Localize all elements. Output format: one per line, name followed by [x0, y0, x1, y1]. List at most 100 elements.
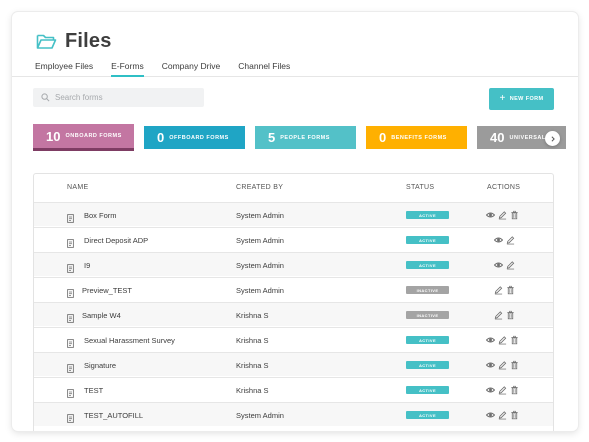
form-name-link[interactable]: TEST_AUTOFILL — [84, 411, 143, 420]
pencil-icon[interactable] — [498, 360, 507, 370]
search-box — [33, 88, 204, 107]
trash-icon[interactable] — [510, 335, 519, 345]
form-name-link[interactable]: I9 — [84, 261, 90, 270]
document-icon — [67, 285, 74, 298]
document-icon — [67, 335, 74, 348]
scroll-right-button[interactable] — [545, 131, 560, 146]
column-header-status[interactable]: STATUS — [406, 184, 434, 191]
trash-icon[interactable] — [510, 410, 519, 420]
table-row[interactable]: I9 System Admin ACTIVE — [34, 252, 553, 276]
status-badge: ACTIVE — [406, 386, 449, 394]
stat-label: PEOPLE FORMS — [280, 134, 330, 141]
table-row[interactable]: Sample W4 Krishna S INACTIVE — [34, 302, 553, 326]
stat-card-offboard[interactable]: 0 OFFBOARD FORMS — [144, 126, 245, 149]
trash-icon[interactable] — [510, 210, 519, 220]
chevron-right-icon — [551, 135, 555, 142]
page-header: Files — [36, 30, 112, 53]
pencil-icon[interactable] — [506, 235, 515, 245]
form-name-link[interactable]: Signature — [84, 361, 116, 370]
status-badge: INACTIVE — [406, 286, 449, 294]
created-by-cell: System Admin — [236, 211, 284, 220]
tab-employee-files[interactable]: Employee Files — [35, 62, 93, 77]
status-badge: ACTIVE — [406, 261, 449, 269]
stat-count: 40 — [490, 130, 505, 145]
created-by-cell: Krishna S — [236, 311, 269, 320]
pencil-icon[interactable] — [506, 260, 515, 270]
document-icon — [67, 410, 74, 423]
eye-icon[interactable] — [486, 360, 495, 370]
tab-bar: Employee Files E-Forms Company Drive Cha… — [12, 62, 578, 77]
stat-card-benefits[interactable]: 0 BENEFITS FORMS — [366, 126, 467, 149]
pencil-icon[interactable] — [494, 310, 503, 320]
open-folder-icon — [36, 33, 57, 50]
created-by-cell: Krishna S — [236, 361, 269, 370]
created-by-cell: System Admin — [236, 261, 284, 270]
created-by-cell: Krishna S — [236, 336, 269, 345]
form-category-cards: 10 ONBOARD FORMS 0 OFFBOARD FORMS 5 PEOP… — [33, 124, 566, 151]
stat-label: OFFBOARD FORMS — [169, 134, 229, 141]
stat-card-onboard[interactable]: 10 ONBOARD FORMS — [33, 124, 134, 151]
form-name-link[interactable]: TEST — [84, 386, 103, 395]
document-icon — [67, 385, 74, 398]
table-row[interactable]: Signature Krishna S ACTIVE — [34, 352, 553, 376]
form-name-link[interactable]: Preview_TEST — [82, 286, 132, 295]
status-badge: ACTIVE — [406, 236, 449, 244]
form-name-link[interactable]: Box Form — [84, 211, 117, 220]
forms-table: NAME CREATED BY STATUS ACTIONS Box Form S… — [33, 173, 554, 431]
created-by-cell: Krishna S — [236, 386, 269, 395]
pencil-icon[interactable] — [498, 210, 507, 220]
stat-count: 5 — [268, 130, 276, 145]
form-name-link[interactable]: Sexual Harassment Survey — [84, 336, 175, 345]
stat-count: 0 — [379, 130, 387, 145]
status-badge: ACTIVE — [406, 336, 449, 344]
pencil-icon[interactable] — [498, 410, 507, 420]
created-by-cell: System Admin — [236, 411, 284, 420]
table-row[interactable]: Sexual Harassment Survey Krishna S ACTIVE — [34, 327, 553, 351]
search-input[interactable] — [55, 93, 195, 102]
pencil-icon[interactable] — [498, 335, 507, 345]
trash-icon[interactable] — [510, 385, 519, 395]
pencil-icon[interactable] — [494, 285, 503, 295]
tab-channel-files[interactable]: Channel Files — [238, 62, 290, 77]
table-row[interactable]: TEST Krishna S ACTIVE — [34, 377, 553, 401]
files-panel: Files Employee Files E-Forms Company Dri… — [12, 12, 578, 431]
table-row[interactable]: Preview_TEST System Admin INACTIVE — [34, 277, 553, 301]
trash-icon[interactable] — [506, 310, 515, 320]
eye-icon[interactable] — [486, 335, 495, 345]
stat-label: ONBOARD FORMS — [65, 133, 122, 139]
plus-icon: + — [499, 93, 506, 104]
document-icon — [67, 260, 74, 273]
eye-icon[interactable] — [494, 235, 503, 245]
eye-icon[interactable] — [486, 210, 495, 220]
document-icon — [67, 360, 74, 373]
tab-e-forms[interactable]: E-Forms — [111, 62, 144, 77]
table-row[interactable]: TEST_AUTOFILL System Admin ACTIVE — [34, 402, 553, 426]
column-header-actions: ACTIONS — [487, 184, 521, 191]
stat-label: BENEFITS FORMS — [391, 134, 447, 141]
stat-label: UNIVERSAL — [509, 134, 546, 141]
status-badge: INACTIVE — [406, 311, 449, 319]
stat-card-people[interactable]: 5 PEOPLE FORMS — [255, 126, 356, 149]
table-header: NAME CREATED BY STATUS ACTIONS — [34, 174, 553, 202]
created-by-cell: System Admin — [236, 236, 284, 245]
column-header-created-by[interactable]: CREATED BY — [236, 184, 283, 191]
eye-icon[interactable] — [494, 260, 503, 270]
trash-icon[interactable] — [506, 285, 515, 295]
eye-icon[interactable] — [486, 385, 495, 395]
column-header-name[interactable]: NAME — [67, 184, 88, 191]
status-badge: ACTIVE — [406, 361, 449, 369]
trash-icon[interactable] — [510, 360, 519, 370]
created-by-cell: System Admin — [236, 286, 284, 295]
form-name-link[interactable]: Sample W4 — [82, 311, 121, 320]
table-row[interactable]: Direct Deposit ADP System Admin ACTIVE — [34, 227, 553, 251]
document-icon — [67, 210, 74, 223]
document-icon — [67, 235, 74, 248]
pencil-icon[interactable] — [498, 385, 507, 395]
tab-company-drive[interactable]: Company Drive — [162, 62, 221, 77]
eye-icon[interactable] — [486, 410, 495, 420]
document-icon — [67, 310, 74, 323]
stat-count: 0 — [157, 130, 165, 145]
table-row[interactable]: Box Form System Admin ACTIVE — [34, 202, 553, 226]
form-name-link[interactable]: Direct Deposit ADP — [84, 236, 148, 245]
new-form-button[interactable]: + NEW FORM — [489, 88, 554, 110]
